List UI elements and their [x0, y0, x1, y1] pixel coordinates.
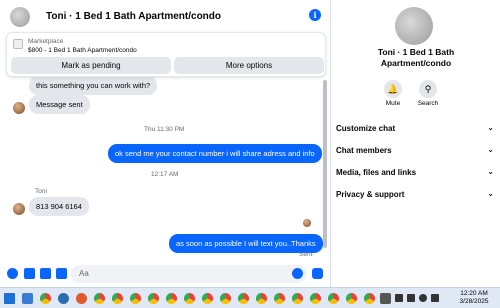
marketplace-label: Marketplace	[28, 38, 64, 45]
chat-header: Toni · 1 Bed 1 Bath Apartment/condo i	[0, 0, 331, 33]
system-tray	[395, 291, 445, 306]
chrome-icon[interactable]	[220, 293, 231, 304]
mark-as-pending-button[interactable]: Mark as pending	[11, 57, 171, 74]
chrome-icon[interactable]	[112, 293, 123, 304]
sticker-icon[interactable]	[40, 268, 51, 279]
chrome-icon[interactable]	[238, 293, 249, 304]
app-icon[interactable]	[58, 293, 69, 304]
section-customize-chat[interactable]: Customize chat ⌄	[336, 120, 496, 140]
scrollbar[interactable]	[323, 80, 327, 248]
app-icon[interactable]	[380, 293, 391, 304]
chrome-icon[interactable]	[310, 293, 321, 304]
marketplace-banner: Marketplace $800 - 1 Bed 1 Bath Apartmen…	[6, 32, 326, 77]
battery-icon[interactable]	[431, 294, 439, 302]
profile-avatar[interactable]	[395, 7, 433, 45]
mute-label: Mute	[385, 100, 401, 107]
search-label: Search	[417, 100, 439, 107]
chevron-down-icon: ⌄	[487, 167, 494, 176]
app-icon[interactable]	[76, 293, 87, 304]
contact-name: Toni · 1 Bed 1 Bath Apartment/condo	[377, 47, 455, 68]
chrome-icon[interactable]	[184, 293, 195, 304]
section-media-files-links[interactable]: Media, files and links ⌄	[336, 164, 496, 184]
more-options-button[interactable]: More options	[174, 57, 324, 74]
emoji-icon[interactable]	[292, 268, 303, 279]
chrome-icon[interactable]	[274, 293, 285, 304]
chrome-icon[interactable]	[292, 293, 303, 304]
network-icon[interactable]	[395, 294, 403, 302]
message-composer: Aa	[0, 263, 331, 285]
app-tray-icon[interactable]	[407, 294, 415, 302]
gif-icon[interactable]	[56, 268, 67, 279]
task-view-icon[interactable]	[22, 293, 33, 304]
seen-avatar	[303, 219, 311, 227]
taskbar: 12:20 AM 3/28/2025	[0, 287, 500, 308]
message-input[interactable]: Aa	[71, 265, 307, 283]
chrome-icon[interactable]	[346, 293, 357, 304]
bell-icon[interactable]: 🔔	[384, 80, 402, 98]
chevron-down-icon: ⌄	[487, 123, 494, 132]
sender-avatar[interactable]	[13, 203, 25, 215]
thumbs-up-icon[interactable]	[312, 268, 323, 279]
details-pane: Toni · 1 Bed 1 Bath Apartment/condo 🔔 Mu…	[332, 0, 500, 287]
conversation-pane: Toni · 1 Bed 1 Bath Apartment/condo i Ma…	[0, 0, 331, 287]
sender-name: Toni	[35, 188, 47, 195]
chrome-icon[interactable]	[40, 293, 51, 304]
chrome-icon[interactable]	[364, 293, 375, 304]
chevron-down-icon: ⌄	[487, 145, 494, 154]
timestamp: 12:17 AM	[151, 171, 179, 178]
chrome-icon[interactable]	[94, 293, 105, 304]
section-privacy-support[interactable]: Privacy & support ⌄	[336, 186, 496, 206]
timestamp: Thu 11:30 PM	[144, 126, 185, 133]
chrome-icon[interactable]	[166, 293, 177, 304]
clock-time: 12:20 AM	[460, 290, 488, 297]
photo-icon[interactable]	[24, 268, 35, 279]
incoming-message: 813 904 6164	[29, 197, 89, 216]
sender-avatar[interactable]	[13, 102, 25, 114]
conversation-title[interactable]: Toni · 1 Bed 1 Bath Apartment/condo	[46, 11, 221, 22]
search-icon[interactable]: ⚲	[419, 80, 437, 98]
delivery-status: Sent	[299, 251, 313, 258]
contact-avatar[interactable]	[10, 6, 30, 27]
chrome-icon[interactable]	[148, 293, 159, 304]
section-chat-members[interactable]: Chat members ⌄	[336, 142, 496, 162]
plus-icon[interactable]	[7, 268, 18, 279]
start-icon[interactable]	[4, 293, 15, 304]
system-clock[interactable]: 12:20 AM 3/28/2025	[452, 290, 496, 306]
listing-title[interactable]: $800 - 1 Bed 1 Bath Apartment/condo	[28, 47, 137, 54]
info-icon[interactable]: i	[309, 9, 321, 21]
outgoing-message: ok send me your contact number i will sh…	[108, 144, 322, 163]
chrome-icon[interactable]	[202, 293, 213, 304]
mute-action[interactable]: 🔔 Mute	[378, 80, 408, 107]
chevron-down-icon: ⌄	[487, 189, 494, 198]
incoming-message: Message sent	[29, 95, 90, 114]
incoming-message: this something you can work with?	[29, 77, 158, 95]
chrome-icon[interactable]	[328, 293, 339, 304]
wifi-icon[interactable]	[419, 294, 427, 302]
chrome-icon[interactable]	[130, 293, 141, 304]
listing-thumbnail[interactable]	[13, 39, 23, 49]
chrome-icon[interactable]	[256, 293, 267, 304]
clock-date: 3/28/2025	[459, 298, 489, 305]
search-action[interactable]: ⚲ Search	[413, 80, 443, 107]
message-list: this something you can work with? Messag…	[0, 77, 331, 261]
